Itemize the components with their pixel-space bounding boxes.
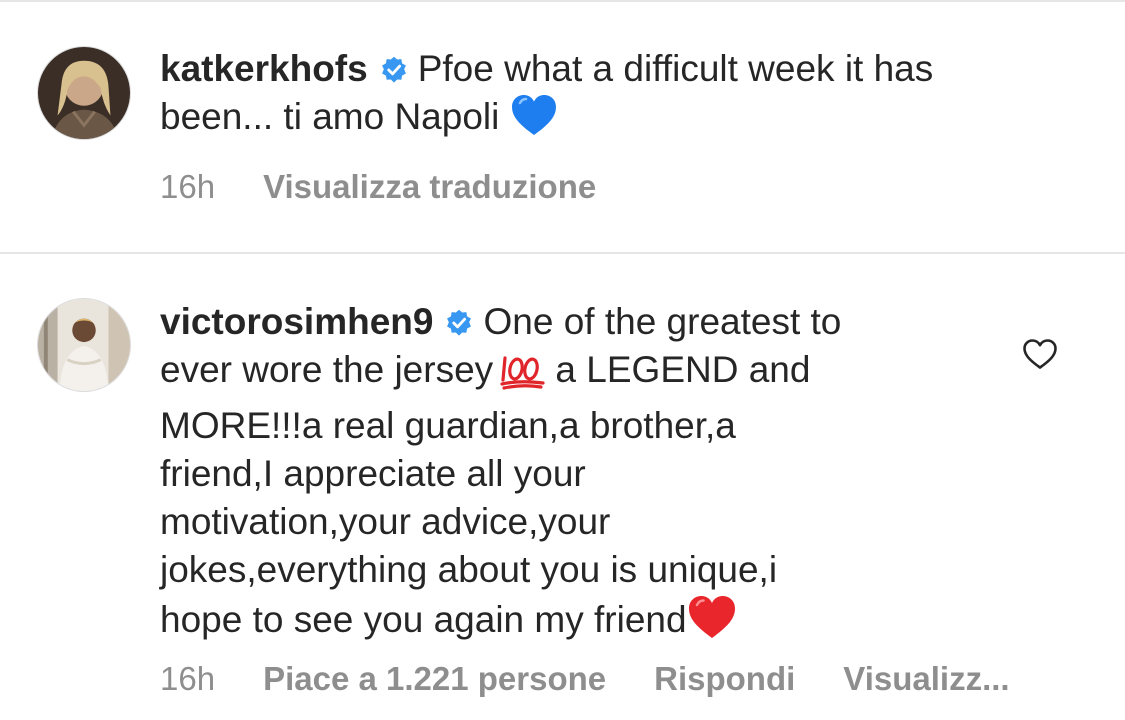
comment-body-line: friend,I appreciate all your [160, 453, 586, 494]
verified-badge-icon [445, 309, 473, 337]
verified-badge-icon [380, 56, 408, 84]
comment-text: katkerkhofs Pfoe what a difficult week it… [160, 45, 933, 149]
timestamp[interactable]: 16h [160, 660, 215, 698]
avatar[interactable] [37, 298, 131, 392]
comment-body-line: MORE!!!a real guardian,a brother,a [160, 405, 736, 446]
reply-button[interactable]: Rispondi [654, 660, 795, 698]
comment-body-line: Pfoe what a difficult week it has [417, 48, 934, 89]
comment-body-line: been... ti amo Napoli [160, 96, 510, 137]
hundred-points-icon [499, 350, 545, 402]
like-button[interactable] [1022, 338, 1058, 370]
view-translation-button[interactable]: Visualizz... [843, 660, 1009, 698]
username[interactable]: katkerkhofs [160, 48, 368, 89]
profile-photo-icon [38, 47, 130, 139]
comment-body-line: jokes,everything about you is unique,i [160, 549, 778, 590]
profile-photo-icon [38, 299, 130, 391]
blue-heart-icon [510, 93, 558, 149]
comment-meta: 16h Piace a 1.221 persone Rispondi Visualiz… [160, 660, 1010, 698]
comment-body-line: ever wore the jersey [160, 349, 494, 390]
likes-count-button[interactable]: Piace a 1.221 persone [263, 660, 606, 698]
comment-divider [0, 252, 1125, 254]
comment-body-line: hope to see you again my friend [160, 599, 687, 640]
timestamp[interactable]: 16h [160, 168, 215, 206]
comment-meta: 16h Visualizza traduzione [160, 168, 644, 206]
comment-body-line: motivation,your advice,your [160, 501, 611, 542]
view-translation-button[interactable]: Visualizza traduzione [263, 168, 596, 206]
top-divider [0, 0, 1125, 2]
avatar[interactable] [37, 46, 131, 140]
comment-text: victorosimhen9 One of the greatest to eve… [160, 298, 841, 652]
red-heart-icon [687, 594, 737, 652]
username[interactable]: victorosimhen9 [160, 301, 433, 342]
comment-body-line: One of the greatest to [483, 301, 842, 342]
heart-outline-icon [1023, 339, 1057, 369]
comment-body-line: a LEGEND and [545, 349, 811, 390]
